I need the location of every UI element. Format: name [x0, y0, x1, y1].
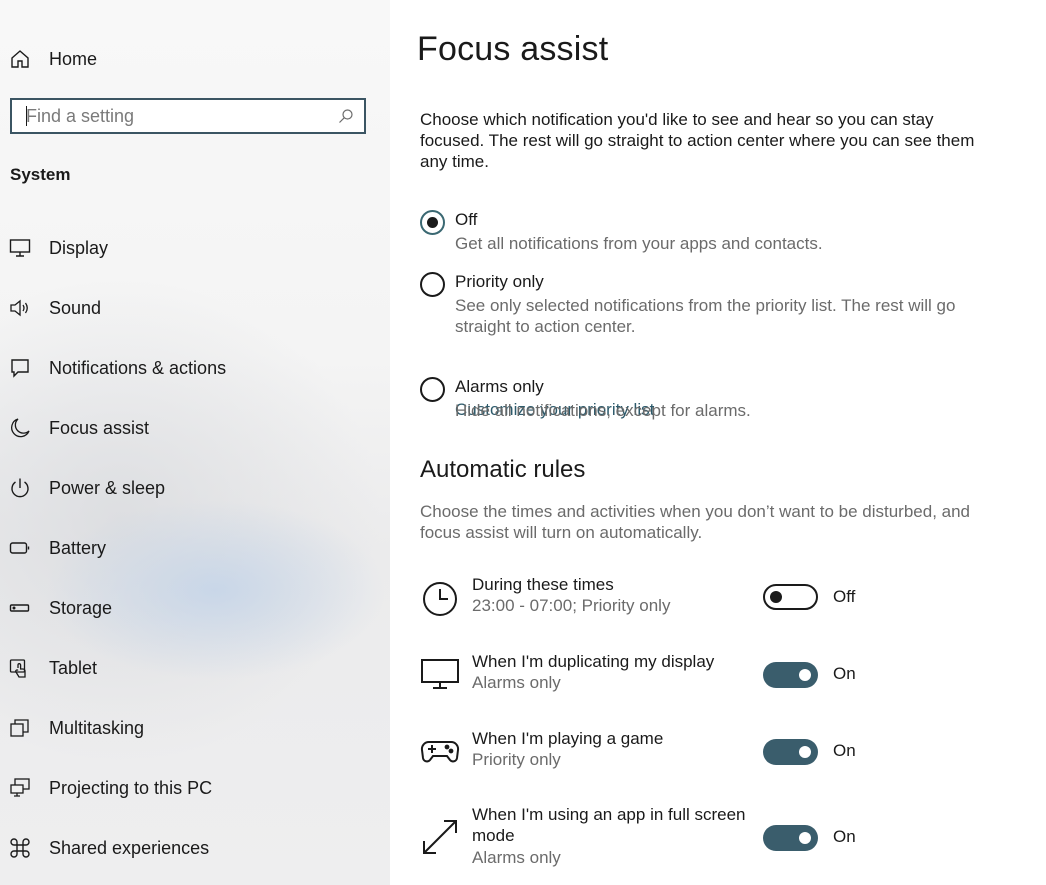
fullscreen-icon	[420, 817, 460, 857]
radio-option-off[interactable]: Off Get all notifications from your apps…	[420, 208, 1020, 258]
battery-icon	[9, 537, 31, 559]
rule-subtitle: 23:00 - 07:00; Priority only	[472, 596, 671, 615]
radio-button-priority-only[interactable]	[420, 272, 445, 297]
rule-subtitle: Alarms only	[472, 848, 561, 867]
toggle-knob	[770, 591, 782, 603]
search-icon[interactable]	[338, 108, 354, 124]
storage-icon	[9, 597, 31, 619]
rule-title[interactable]: When I'm playing a game	[472, 728, 752, 749]
notification-icon	[9, 357, 31, 379]
search-input[interactable]	[12, 100, 346, 132]
display-icon	[9, 237, 31, 259]
shared-experiences-icon	[9, 837, 31, 859]
sidebar-item-label: Tablet	[49, 657, 98, 678]
rule-title[interactable]: When I'm using an app in full screen mod…	[472, 804, 752, 846]
sidebar-item-label: Home	[49, 48, 98, 69]
home-icon	[9, 48, 31, 70]
radio-description: Get all notifications from your apps and…	[455, 234, 823, 253]
radio-label[interactable]: Alarms only	[455, 377, 544, 397]
radio-button-off[interactable]	[420, 210, 445, 235]
text-caret	[26, 106, 27, 126]
sidebar-item-storage[interactable]: Storage	[0, 578, 390, 638]
radio-description: See only selected notifications from the…	[455, 296, 956, 336]
sidebar-item-shared-experiences[interactable]: Shared experiences	[0, 818, 390, 878]
radio-description: Hide all notifications, except for alarm…	[455, 401, 751, 420]
rule-subtitle: Priority only	[472, 750, 561, 769]
sidebar-item-label: Multitasking	[49, 717, 145, 738]
tablet-icon	[9, 657, 31, 679]
sidebar-item-label: Power & sleep	[49, 477, 166, 498]
radio-option-priority-only[interactable]: Priority only See only selected notifica…	[420, 270, 1020, 419]
sidebar-item-projecting[interactable]: Projecting to this PC	[0, 758, 390, 818]
toggle-during-these-times[interactable]	[763, 584, 818, 610]
monitor-icon	[420, 654, 460, 694]
main-content: Focus assist Choose which notification y…	[390, 0, 1046, 885]
sidebar-nav-list: Display Sound Notifications & actions Fo…	[0, 218, 390, 878]
sidebar-item-label: Display	[49, 237, 109, 258]
rule-subtitle: Alarms only	[472, 673, 561, 692]
rule-title[interactable]: When I'm duplicating my display	[472, 651, 752, 672]
sidebar-item-label: Projecting to this PC	[49, 777, 213, 798]
toggle-state-label: On	[833, 741, 856, 760]
sidebar-item-multitasking[interactable]: Multitasking	[0, 698, 390, 758]
sidebar-item-label: Sound	[49, 297, 102, 318]
toggle-knob	[799, 669, 811, 681]
sidebar-item-display[interactable]: Display	[0, 218, 390, 278]
toggle-state-label: On	[833, 664, 856, 683]
sidebar-item-label: Notifications & actions	[49, 357, 227, 378]
rule-full-screen-app: When I'm using an app in full screen mod…	[420, 803, 1020, 873]
rule-during-these-times: During these times 23:00 - 07:00; Priori…	[420, 573, 1020, 633]
multitasking-icon	[9, 717, 31, 739]
sidebar-item-focus-assist[interactable]: Focus assist	[0, 398, 390, 458]
sidebar-item-label: Battery	[49, 537, 107, 558]
toggle-duplicating-display[interactable]	[763, 662, 818, 688]
toggle-knob	[799, 832, 811, 844]
rule-playing-game: When I'm playing a game Priority only On	[420, 727, 1020, 787]
sidebar-section-title: System	[10, 165, 71, 184]
toggle-state-label: Off	[833, 587, 856, 606]
clock-icon	[420, 579, 460, 619]
intro-text: Choose which notification you'd like to …	[420, 110, 975, 171]
radio-option-alarms-only[interactable]: Alarms only Hide all notifications, exce…	[420, 375, 1020, 425]
sidebar: Home System Display	[0, 0, 390, 885]
projecting-icon	[9, 777, 31, 799]
sidebar-item-sound[interactable]: Sound	[0, 278, 390, 338]
rule-duplicating-display: When I'm duplicating my display Alarms o…	[420, 650, 1020, 710]
rule-title[interactable]: During these times	[472, 574, 752, 595]
sidebar-item-label: Focus assist	[49, 417, 150, 438]
moon-icon	[9, 417, 31, 439]
automatic-rules-heading: Automatic rules	[420, 456, 586, 483]
toggle-state-label: On	[833, 827, 856, 846]
sidebar-item-power-sleep[interactable]: Power & sleep	[0, 458, 390, 518]
speaker-icon	[9, 297, 31, 319]
sidebar-item-home[interactable]: Home	[0, 38, 390, 80]
power-icon	[9, 477, 31, 499]
toggle-playing-game[interactable]	[763, 739, 818, 765]
settings-window: Home System Display	[0, 0, 1046, 885]
gamepad-icon	[420, 731, 460, 771]
search-box[interactable]	[10, 98, 366, 134]
toggle-knob	[799, 746, 811, 758]
radio-label[interactable]: Priority only	[455, 272, 544, 292]
sidebar-item-label: Storage	[49, 597, 113, 618]
toggle-full-screen-app[interactable]	[763, 825, 818, 851]
radio-button-alarms-only[interactable]	[420, 377, 445, 402]
page-title: Focus assist	[417, 30, 609, 68]
sidebar-item-tablet[interactable]: Tablet	[0, 638, 390, 698]
radio-label[interactable]: Off	[455, 210, 477, 230]
sidebar-item-battery[interactable]: Battery	[0, 518, 390, 578]
sidebar-item-label: Shared experiences	[49, 837, 210, 858]
sidebar-item-notifications[interactable]: Notifications & actions	[0, 338, 390, 398]
automatic-rules-description: Choose the times and activities when you…	[420, 502, 971, 542]
